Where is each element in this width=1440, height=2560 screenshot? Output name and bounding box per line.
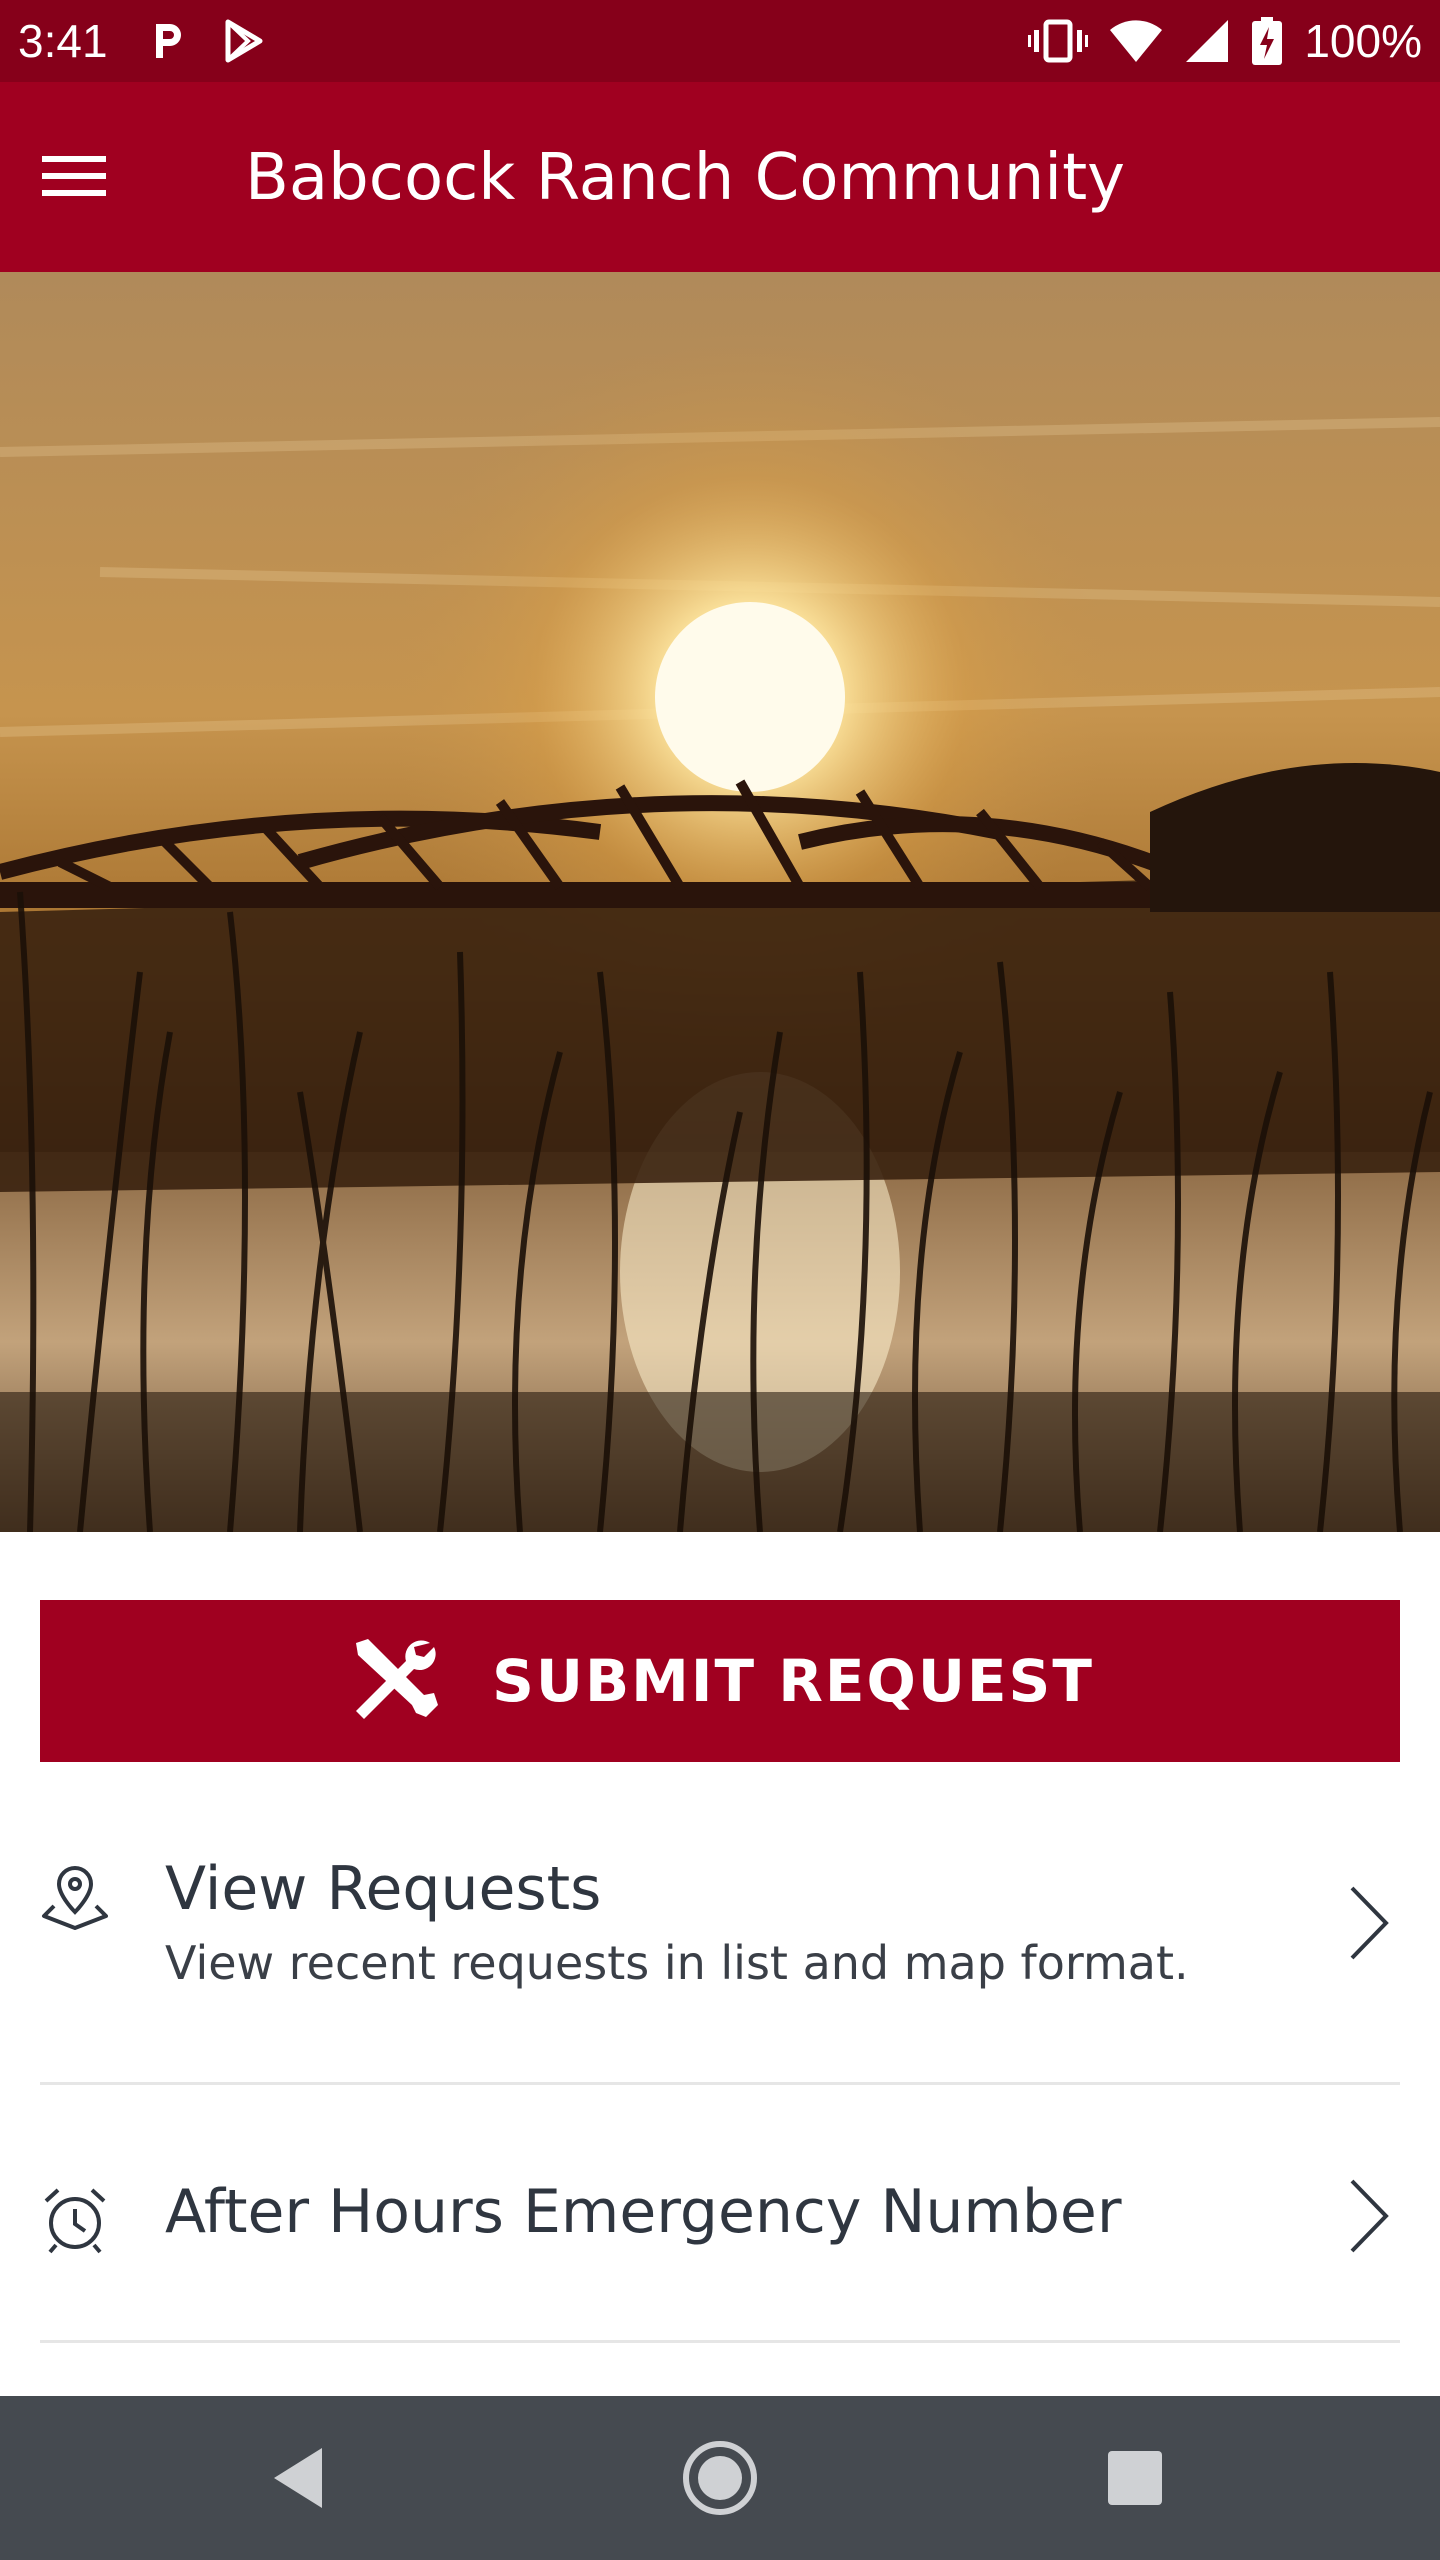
view-requests-title: View Requests (165, 1854, 602, 1924)
after-hours-emergency-item[interactable]: After Hours Emergency Number (0, 2085, 1440, 2340)
chevron-right-icon (1350, 1886, 1389, 1960)
after-hours-emergency-title: After Hours Emergency Number (165, 2177, 1122, 2247)
app-bar: Babcock Ranch Community (0, 82, 1440, 272)
sunset-bridge-photo (0, 272, 1440, 1532)
status-bar: 3:41 100% (0, 0, 1440, 82)
status-icons: 100% (1028, 12, 1422, 70)
hero-image (0, 272, 1440, 1532)
map-pin-icon (42, 1865, 108, 1930)
chevron-right-icon (1350, 2179, 1389, 2253)
system-nav-bar (0, 2396, 1440, 2560)
signal-icon (1186, 20, 1229, 62)
divider (40, 2340, 1400, 2343)
vibrate-icon (1028, 19, 1089, 63)
wifi-icon (1110, 20, 1163, 62)
page-title: Babcock Ranch Community (245, 141, 1126, 215)
home-icon[interactable] (680, 2438, 760, 2518)
status-time: 3:41 (18, 15, 108, 67)
menu-button[interactable] (40, 126, 150, 226)
battery-percentage: 100% (1304, 15, 1422, 67)
tools-icon (356, 1639, 439, 1719)
recents-icon[interactable] (1095, 2438, 1175, 2518)
view-requests-item[interactable]: View Requests View recent requests in li… (0, 1822, 1440, 2082)
submit-request-label: SUBMIT REQUEST (492, 1647, 1094, 1715)
back-icon[interactable] (260, 2438, 340, 2518)
hamburger-menu-icon (42, 156, 106, 196)
battery-charging-icon (1252, 17, 1283, 65)
parking-icon (156, 24, 181, 58)
play-store-icon (225, 19, 263, 63)
alarm-clock-icon (44, 2188, 106, 2254)
submit-request-button[interactable]: SUBMIT REQUEST (40, 1600, 1400, 1762)
view-requests-subtitle: View recent requests in list and map for… (165, 1936, 1189, 1990)
